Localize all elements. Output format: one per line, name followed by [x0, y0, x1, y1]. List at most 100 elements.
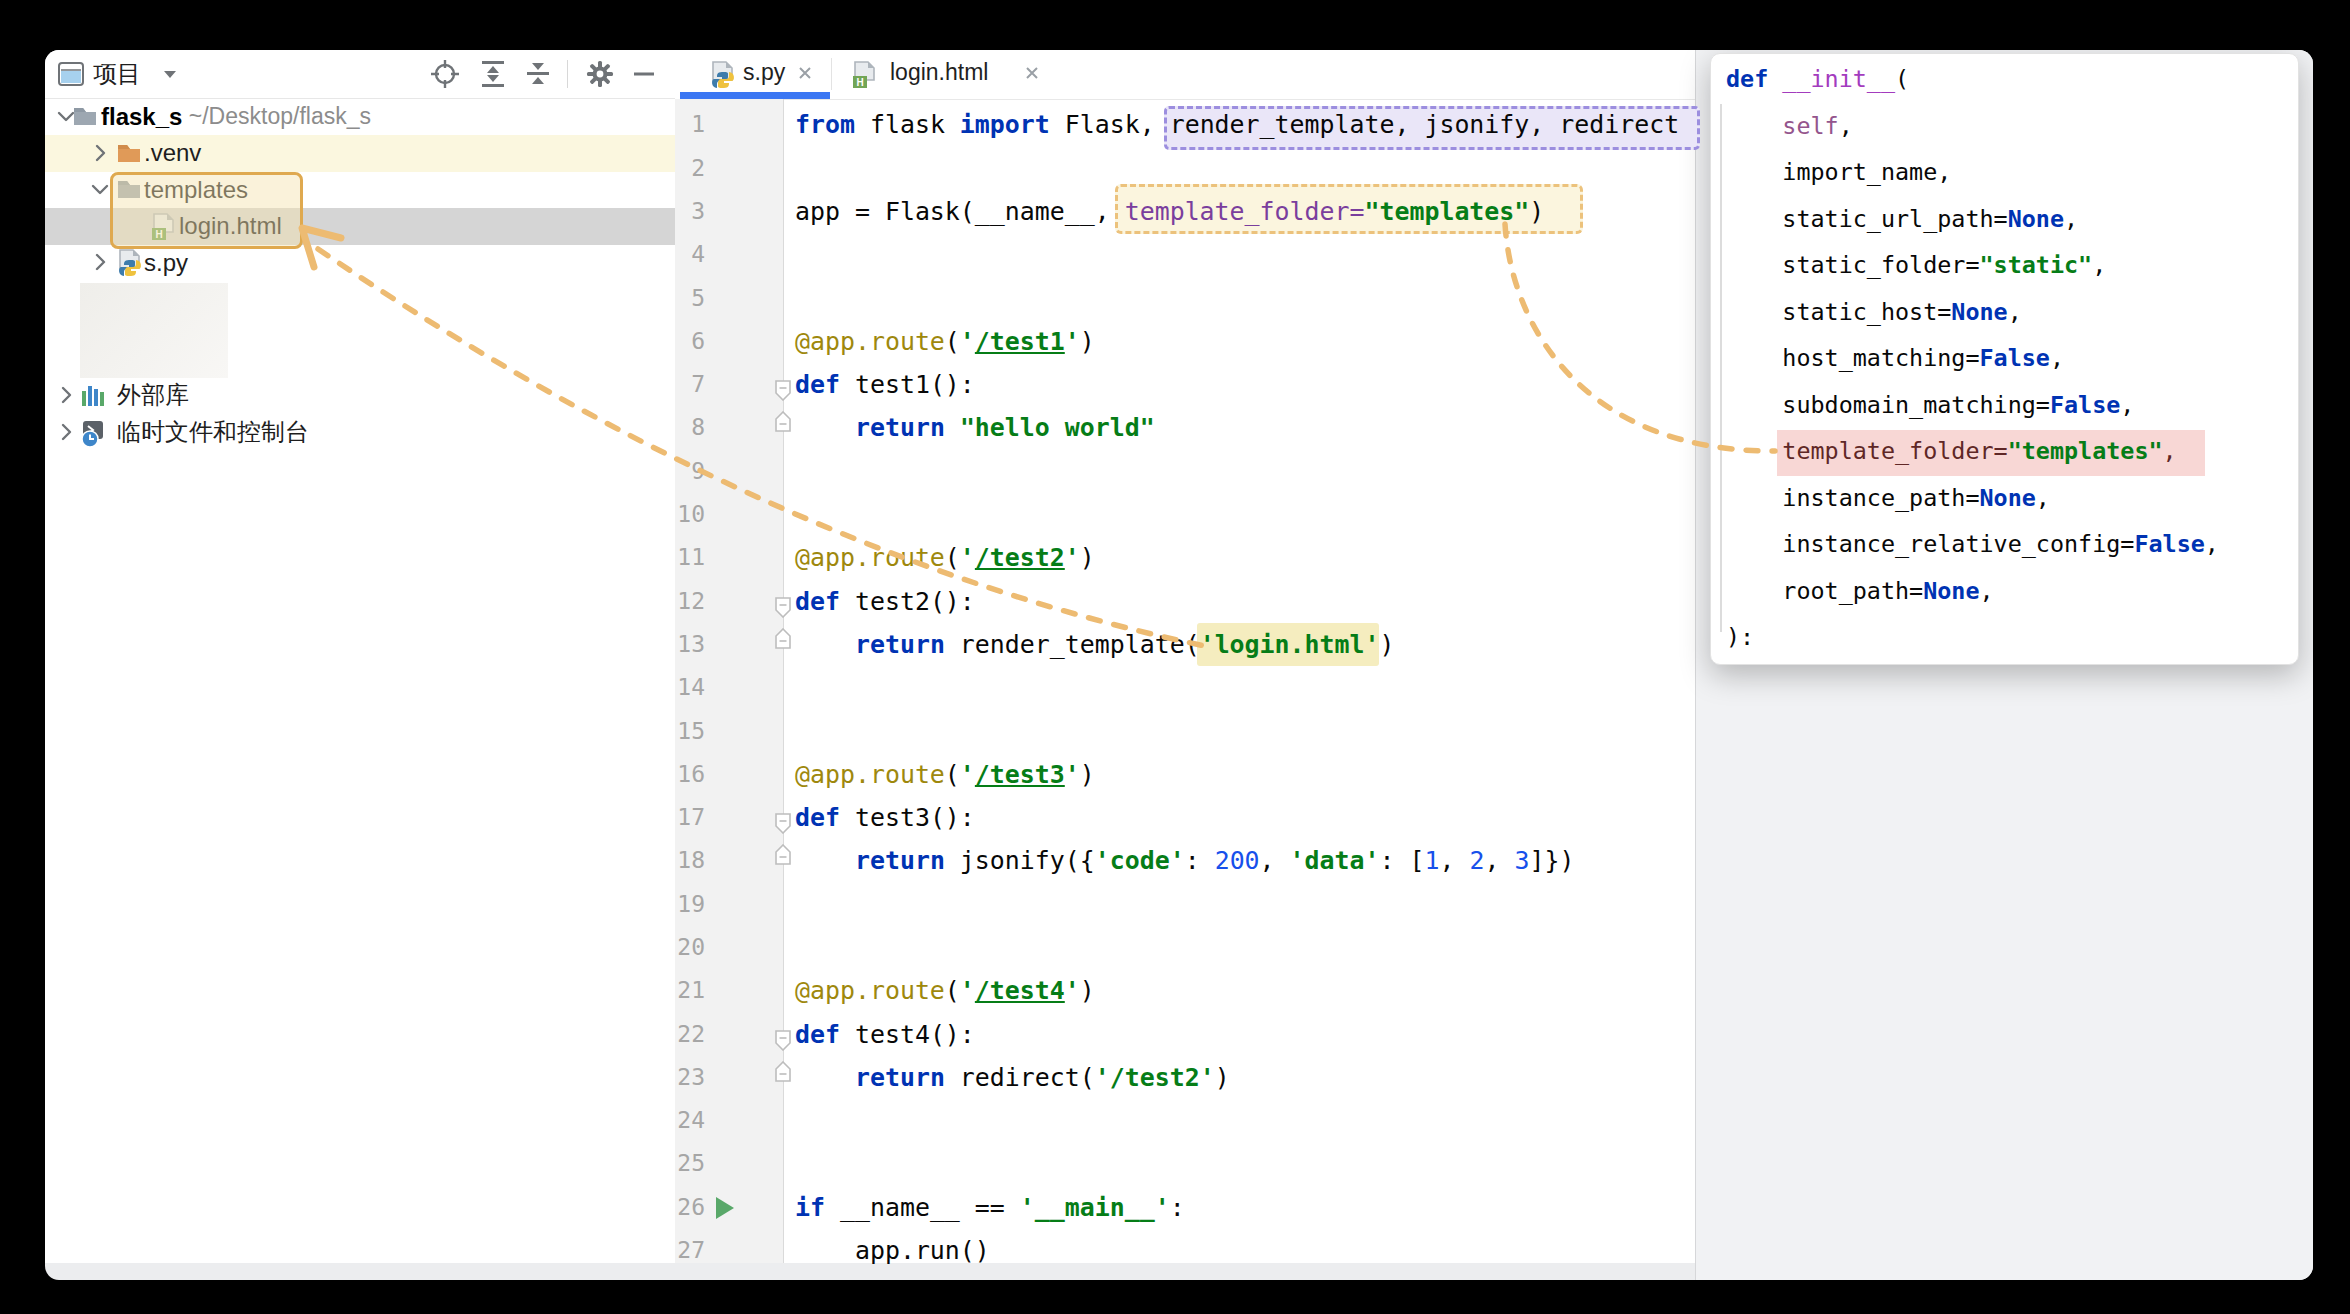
chevron-right-icon[interactable] — [53, 419, 79, 449]
popup-line-12: root_path=None, — [1726, 568, 2219, 615]
run-icon[interactable] — [713, 1195, 737, 1225]
line-number-2[interactable]: 2 — [675, 147, 705, 190]
chevron-down-icon[interactable] — [157, 50, 183, 98]
line-number-9[interactable]: 9 — [675, 450, 705, 493]
code-line-6[interactable]: @app.route('/test1') — [795, 320, 1679, 363]
line-number-3[interactable]: 3 — [675, 190, 705, 233]
code-line-21[interactable]: @app.route('/test4') — [795, 969, 1679, 1012]
code-line-15[interactable] — [795, 710, 1679, 753]
fold-marker-icon[interactable] — [775, 1030, 791, 1055]
expand-all-icon[interactable] — [478, 50, 508, 98]
tree-item-flask-s[interactable]: flask_s ~/Desktop/flask_s — [45, 98, 675, 135]
fold-marker-icon[interactable] — [775, 1061, 791, 1086]
code-line-16[interactable]: @app.route('/test3') — [795, 753, 1679, 796]
templates-highlight-box — [110, 172, 303, 249]
code-line-23[interactable]: return redirect('/test2') — [795, 1056, 1679, 1099]
line-number-12[interactable]: 12 — [675, 580, 705, 623]
code-text[interactable]: from flask import Flask, render_template… — [795, 103, 1679, 1272]
hide-panel-icon[interactable] — [629, 50, 659, 98]
chevron-right-icon[interactable] — [53, 382, 79, 412]
line-number-14[interactable]: 14 — [675, 666, 705, 709]
line-number-11[interactable]: 11 — [675, 536, 705, 579]
tab-label: login.html — [890, 50, 988, 94]
tree-item--venv[interactable]: .venv — [45, 135, 675, 172]
scratches-icon — [79, 418, 109, 452]
line-number-21[interactable]: 21 — [675, 969, 705, 1012]
line-number-20[interactable]: 20 — [675, 926, 705, 969]
code-line-11[interactable]: @app.route('/test2') — [795, 536, 1679, 579]
code-line-5[interactable] — [795, 277, 1679, 320]
line-number-10[interactable]: 10 — [675, 493, 705, 536]
line-number-6[interactable]: 6 — [675, 320, 705, 363]
code-line-1[interactable]: from flask import Flask, render_template… — [795, 103, 1679, 146]
code-line-17[interactable]: def test3(): — [795, 796, 1679, 839]
line-number-27[interactable]: 27 — [675, 1229, 705, 1272]
line-number-13[interactable]: 13 — [675, 623, 705, 666]
tab-login-html[interactable]: Hlogin.html — [832, 50, 1057, 99]
code-line-2[interactable] — [795, 147, 1679, 190]
chevron-right-icon[interactable] — [87, 249, 113, 279]
code-line-14[interactable] — [795, 666, 1679, 709]
line-number-24[interactable]: 24 — [675, 1099, 705, 1142]
collapse-all-icon[interactable] — [523, 50, 553, 98]
close-icon[interactable] — [1021, 62, 1043, 88]
code-line-19[interactable] — [795, 883, 1679, 926]
line-number-8[interactable]: 8 — [675, 406, 705, 449]
code-line-27[interactable]: app.run() — [795, 1229, 1679, 1272]
fold-marker-icon[interactable] — [775, 380, 791, 405]
code-line-13[interactable]: return render_template('login.html') — [795, 623, 1679, 666]
line-number-4[interactable]: 4 — [675, 233, 705, 276]
code-line-22[interactable]: def test4(): — [795, 1013, 1679, 1056]
code-line-24[interactable] — [795, 1099, 1679, 1142]
popup-line-1: def __init__( — [1726, 56, 2219, 103]
tree-item-label: 临时文件和控制台 — [117, 414, 309, 451]
libraries-icon — [79, 381, 109, 415]
settings-gear-icon[interactable] — [585, 50, 615, 98]
line-number-15[interactable]: 15 — [675, 710, 705, 753]
line-number-1[interactable]: 1 — [675, 103, 705, 146]
code-line-10[interactable] — [795, 493, 1679, 536]
fold-marker-icon[interactable] — [775, 813, 791, 838]
code-line-4[interactable] — [795, 233, 1679, 276]
code-line-12[interactable]: def test2(): — [795, 580, 1679, 623]
popup-signature-text: def __init__( self, import_name, static_… — [1726, 56, 2219, 661]
popup-line-3: import_name, — [1726, 149, 2219, 196]
line-number-5[interactable]: 5 — [675, 277, 705, 320]
code-line-18[interactable]: return jsonify({'code': 200, 'data': [1,… — [795, 839, 1679, 882]
fold-marker-icon[interactable] — [775, 597, 791, 622]
project-panel-title[interactable]: 项目 — [93, 50, 141, 98]
popup-line-5: static_folder="static", — [1726, 242, 2219, 289]
header-divider — [565, 50, 569, 98]
locate-file-icon[interactable] — [430, 50, 460, 98]
code-line-8[interactable]: return "hello world" — [795, 406, 1679, 449]
folder-gray-icon — [71, 102, 99, 134]
line-number-25[interactable]: 25 — [675, 1142, 705, 1185]
code-line-3[interactable]: app = Flask(__name__, template_folder="t… — [795, 190, 1679, 233]
chevron-right-icon[interactable] — [87, 140, 113, 170]
editor-tab-bar: s.pyHlogin.html — [675, 50, 1695, 100]
code-line-20[interactable] — [795, 926, 1679, 969]
line-number-7[interactable]: 7 — [675, 363, 705, 406]
tree-item-external-libraries[interactable]: 外部库 — [45, 377, 675, 414]
line-number-16[interactable]: 16 — [675, 753, 705, 796]
tab-s-py[interactable]: s.py — [680, 50, 830, 99]
code-line-9[interactable] — [795, 450, 1679, 493]
fold-marker-icon[interactable] — [775, 411, 791, 436]
line-numbers[interactable]: 1234567891011121314151617181920212223242… — [675, 103, 705, 1272]
line-number-23[interactable]: 23 — [675, 1056, 705, 1099]
code-line-7[interactable]: def test1(): — [795, 363, 1679, 406]
close-icon[interactable] — [794, 62, 816, 88]
code-line-26[interactable]: if __name__ == '__main__': — [795, 1186, 1679, 1229]
tree-item-scratches-and-consoles[interactable]: 临时文件和控制台 — [45, 414, 675, 451]
line-number-19[interactable]: 19 — [675, 883, 705, 926]
line-number-17[interactable]: 17 — [675, 796, 705, 839]
line-number-26[interactable]: 26 — [675, 1186, 705, 1229]
fold-marker-icon[interactable] — [775, 628, 791, 653]
fold-marker-icon[interactable] — [775, 844, 791, 869]
line-number-18[interactable]: 18 — [675, 839, 705, 882]
popup-line-8: subdomain_matching=False, — [1726, 382, 2219, 429]
code-line-25[interactable] — [795, 1142, 1679, 1185]
tree-item-s-py[interactable]: s.py — [45, 244, 675, 281]
line-number-22[interactable]: 22 — [675, 1013, 705, 1056]
project-tool-icon[interactable] — [55, 50, 87, 98]
